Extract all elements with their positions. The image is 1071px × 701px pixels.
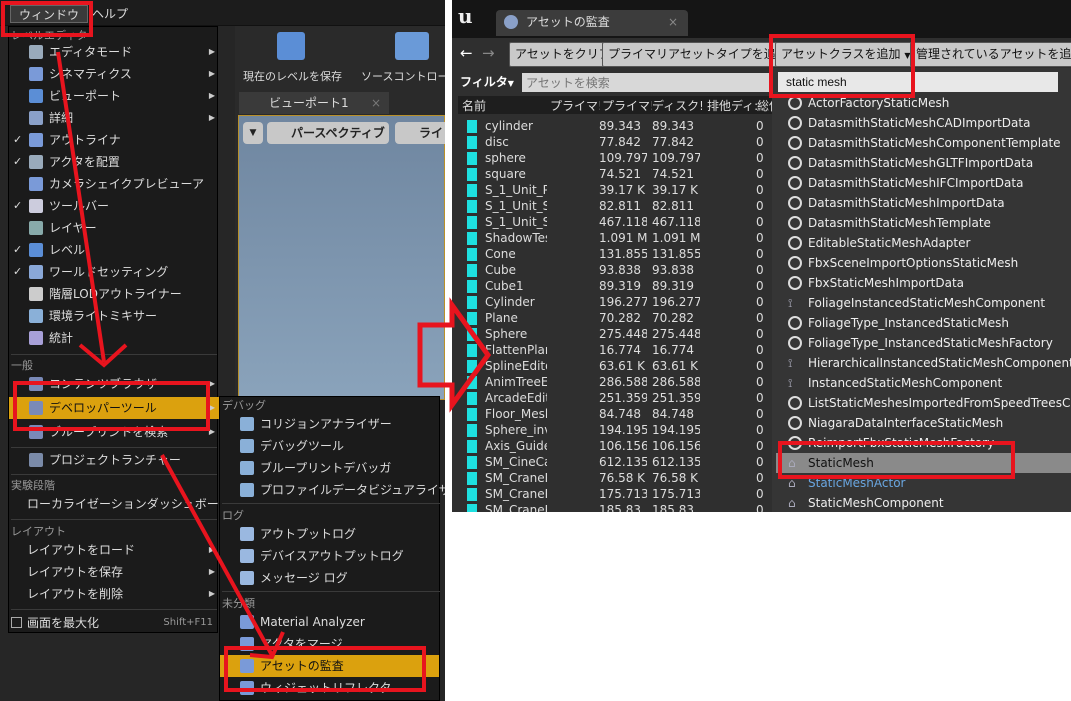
highlight-box-add-asset-class <box>769 34 915 98</box>
highlight-box-developer-tools <box>13 381 210 431</box>
annotation-arrow-line <box>56 51 106 363</box>
annotation-arrow-line <box>160 454 275 658</box>
annotation-overlay <box>1 1 1015 692</box>
highlight-box-staticmesh <box>778 441 1015 479</box>
highlight-box-window-menu <box>1 1 93 37</box>
big-arrow-right-icon <box>417 297 492 413</box>
